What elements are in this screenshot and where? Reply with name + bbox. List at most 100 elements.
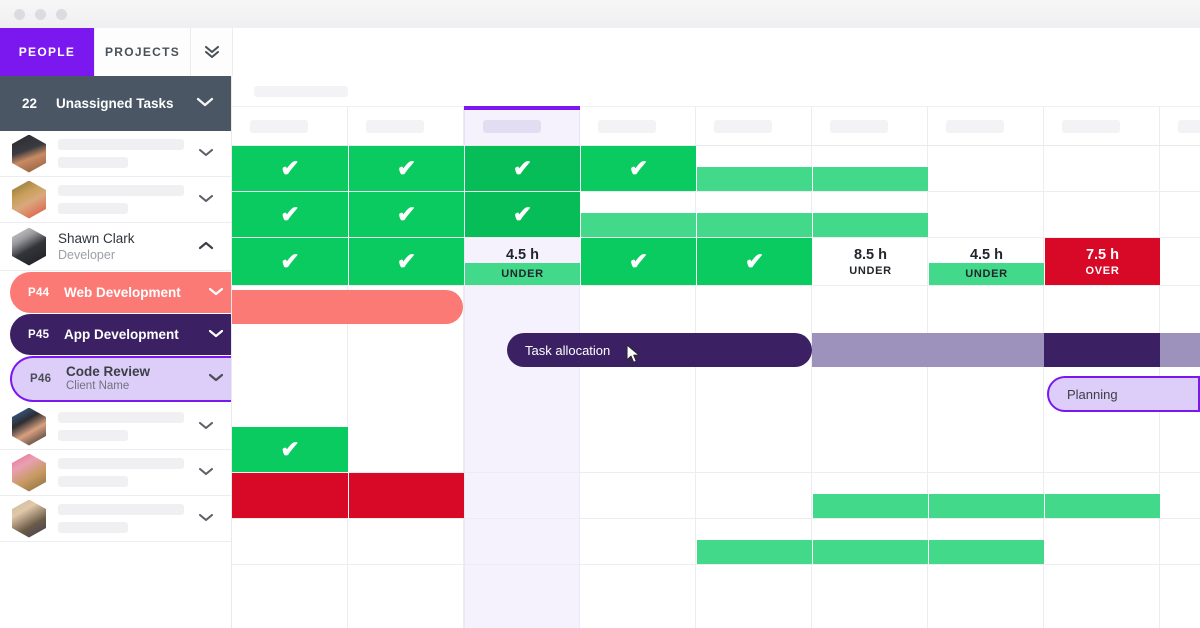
person-expand-button[interactable]	[195, 418, 217, 436]
gantt-segment[interactable]	[1160, 333, 1200, 367]
unassigned-caret-button[interactable]	[195, 95, 215, 113]
chevron-down-icon	[198, 421, 214, 429]
avatar	[12, 407, 46, 446]
person-row[interactable]	[0, 404, 231, 450]
allocation-bar[interactable]	[697, 167, 812, 191]
workload-status: OVER	[1085, 264, 1120, 277]
allocation-cell-complete[interactable]: ✔	[232, 427, 348, 472]
project-row-p44[interactable]: P44 Web Development	[10, 272, 231, 313]
person-row[interactable]	[0, 450, 231, 496]
allocation-bar[interactable]	[813, 494, 928, 518]
allocation-bar[interactable]	[813, 540, 928, 564]
project-row-p45[interactable]: P45 App Development	[10, 314, 231, 355]
allocation-bar[interactable]	[581, 213, 696, 237]
chevron-down-icon	[196, 97, 214, 106]
check-icon: ✔	[744, 248, 765, 274]
allocation-bar[interactable]	[929, 540, 1044, 564]
timeline-grid: ✔ ✔ ✔ ✔ ✔ ✔ ✔ ✔ ✔ 4.5 h UNDER ✔ ✔ 8.5 h …	[232, 76, 1200, 628]
allocation-cell-complete[interactable]: ✔	[349, 192, 464, 237]
allocation-cell-complete[interactable]: ✔	[465, 192, 580, 237]
timeline-column-header[interactable]	[696, 107, 812, 145]
gantt-bar-p44[interactable]	[232, 290, 463, 324]
gantt-bar-p45[interactable]: Task allocation	[507, 333, 812, 367]
chevron-down-icon	[208, 287, 224, 295]
gantt-segment-dark[interactable]	[1044, 333, 1160, 367]
allocation-bar[interactable]	[1045, 494, 1160, 518]
timeline-column-header[interactable]	[232, 107, 348, 145]
person-expand-button[interactable]	[195, 510, 217, 528]
person-row-shawn-clark[interactable]: Shawn Clark Developer	[0, 223, 231, 271]
person-name-placeholder	[58, 458, 195, 487]
unassigned-tasks-row[interactable]: 22 Unassigned Tasks	[0, 76, 231, 131]
person-row[interactable]	[0, 496, 231, 542]
timeline-row-shawn-clark: ✔ ✔ 4.5 h UNDER ✔ ✔ 8.5 h UNDER 4.5 h UN…	[232, 238, 1200, 286]
workload-cell-over[interactable]: 7.5 h OVER	[1045, 238, 1160, 285]
gantt-segment[interactable]	[928, 333, 1044, 367]
gantt-segment[interactable]	[812, 333, 928, 367]
allocation-cell-complete[interactable]: ✔	[232, 192, 348, 237]
allocation-bar[interactable]	[813, 213, 928, 237]
person-row[interactable]	[0, 131, 231, 177]
project-id: P46	[30, 373, 52, 385]
allocation-bar[interactable]	[929, 494, 1044, 518]
project-expand-button[interactable]	[201, 370, 231, 388]
project-name: Code Review	[66, 364, 151, 379]
workload-cell[interactable]: 4.5 h UNDER	[929, 238, 1044, 285]
project-client: Client Name	[66, 380, 130, 392]
person-info: Shawn Clark Developer	[58, 230, 195, 263]
workload-cell[interactable]: 8.5 h UNDER	[813, 238, 928, 285]
maximize-dot[interactable]	[56, 9, 67, 20]
chevron-down-icon	[198, 194, 214, 202]
allocation-bar[interactable]	[697, 213, 812, 237]
allocation-cell-complete[interactable]: ✔	[697, 238, 812, 285]
project-row-p46[interactable]: P46 Code Review Client Name	[10, 356, 231, 402]
timeline-row: ✔	[232, 427, 1200, 473]
allocation-cell-complete[interactable]: ✔	[349, 238, 464, 285]
project-expand-button[interactable]	[201, 284, 231, 302]
allocation-cell-complete[interactable]: ✔	[465, 146, 580, 191]
timeline-row	[232, 473, 1200, 519]
gantt-bar-planning[interactable]: Planning	[1047, 376, 1200, 412]
timeline-row	[232, 519, 1200, 565]
person-expand-button[interactable]	[195, 191, 217, 209]
expand-tabs-button[interactable]	[191, 28, 233, 76]
timeline-column-header[interactable]	[928, 107, 1044, 145]
allocation-cell-complete[interactable]: ✔	[349, 146, 464, 191]
timeline-column-header[interactable]	[348, 107, 464, 145]
timeline-column-header[interactable]	[1160, 107, 1200, 145]
person-expand-button[interactable]	[195, 145, 217, 163]
person-collapse-button[interactable]	[195, 238, 217, 256]
timeline-column-header[interactable]	[580, 107, 696, 145]
project-id: P45	[28, 328, 50, 341]
allocation-bar[interactable]	[813, 167, 928, 191]
window-titlebar	[0, 0, 1200, 29]
check-icon: ✔	[628, 155, 649, 181]
workload-bar: UNDER	[465, 263, 580, 285]
person-expand-button[interactable]	[195, 464, 217, 482]
project-expand-button[interactable]	[201, 326, 231, 344]
workload-cell-selected[interactable]: 4.5 h UNDER	[465, 238, 580, 285]
close-dot[interactable]	[14, 9, 25, 20]
project-id: P44	[28, 286, 50, 299]
workload-status: UNDER	[849, 265, 892, 277]
person-row[interactable]	[0, 177, 231, 223]
allocation-cell-complete[interactable]: ✔	[581, 146, 696, 191]
allocation-cell-over[interactable]	[232, 473, 348, 518]
person-name-placeholder	[58, 504, 195, 533]
timeline-column-header[interactable]	[812, 107, 928, 145]
timeline-column-header-selected[interactable]	[464, 106, 580, 145]
check-icon: ✔	[512, 155, 533, 181]
allocation-cell-complete[interactable]: ✔	[232, 146, 348, 191]
minimize-dot[interactable]	[35, 9, 46, 20]
tab-people[interactable]: PEOPLE	[0, 28, 95, 76]
allocation-bar[interactable]	[697, 540, 812, 564]
timeline-row-p46: Planning	[232, 373, 1200, 419]
chevron-up-icon	[198, 241, 214, 249]
avatar	[12, 499, 46, 538]
tab-projects[interactable]: PROJECTS	[95, 28, 191, 76]
timeline-row: ✔ ✔ ✔	[232, 192, 1200, 238]
allocation-cell-over[interactable]	[349, 473, 464, 518]
allocation-cell-complete[interactable]: ✔	[232, 238, 348, 285]
allocation-cell-complete[interactable]: ✔	[581, 238, 696, 285]
timeline-column-header[interactable]	[1044, 107, 1160, 145]
